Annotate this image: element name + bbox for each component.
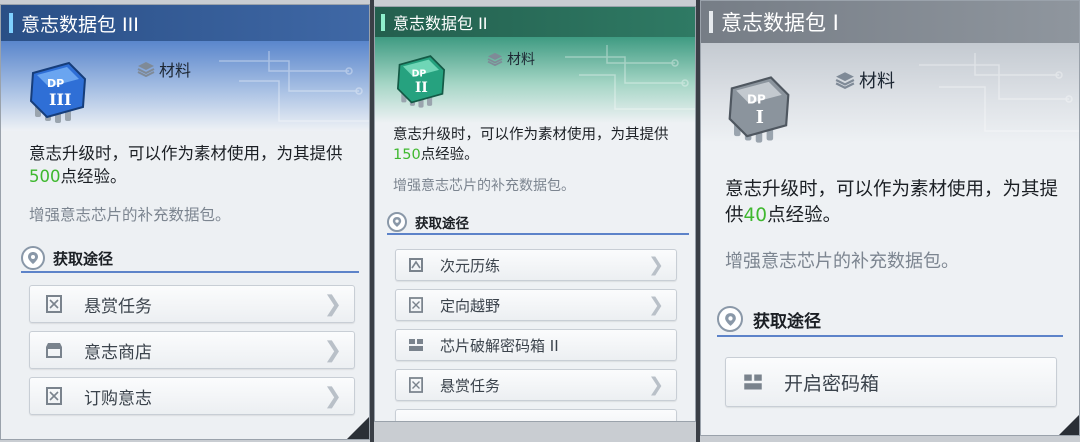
chip-roman: II bbox=[415, 80, 428, 96]
chevron-right-icon: ❯ bbox=[323, 383, 342, 409]
source-label: 定向越野 bbox=[440, 296, 501, 315]
item-description: 意志升级时，可以作为素材使用，为其提供 500点经验。 bbox=[29, 143, 359, 189]
source-button-dimension[interactable]: 次元历练 ❯ bbox=[395, 249, 677, 281]
source-button-bounty[interactable]: 悬赏任务 ❯ bbox=[395, 369, 677, 401]
item-title: 意志数据包 III bbox=[21, 13, 139, 36]
circuit-decoration bbox=[219, 51, 369, 122]
data-pack-chip-icon: DP I bbox=[728, 76, 790, 143]
source-header: 获取途径 bbox=[21, 245, 359, 273]
source-title: 获取途径 bbox=[53, 249, 114, 268]
orienteering-icon bbox=[406, 297, 426, 313]
source-button-cipher-box-2[interactable]: 芯片破解密码箱 II bbox=[395, 329, 677, 361]
source-label: 订购意志 bbox=[84, 388, 152, 409]
chip-label: DP bbox=[412, 69, 427, 80]
layers-icon bbox=[137, 62, 155, 77]
card-corner-mark bbox=[347, 417, 369, 439]
desc-after: 点经验。 bbox=[420, 147, 479, 163]
data-pack-chip-icon: DP III bbox=[29, 61, 87, 123]
exp-value: 150 bbox=[393, 147, 421, 163]
source-header: 获取途径 bbox=[717, 303, 1063, 337]
source-label: 悬赏任务 bbox=[440, 376, 501, 395]
data-pack-chip-icon: DP II bbox=[396, 55, 446, 108]
item-flavor-text: 增强意志芯片的补充数据包。 bbox=[29, 206, 231, 224]
chip-roman: III bbox=[49, 90, 71, 109]
card-header: 意志数据包 III bbox=[1, 5, 369, 41]
chevron-right-icon: ❯ bbox=[323, 337, 342, 363]
chip-roman: I bbox=[756, 108, 764, 128]
item-card-dp3: 意志数据包 III 材料 DP III 意志升级时，可以作为素材使用，为其提供 5… bbox=[0, 4, 370, 440]
source-title: 获取途径 bbox=[753, 311, 821, 332]
chip-label: DP bbox=[747, 93, 766, 107]
shop-icon bbox=[42, 342, 66, 358]
source-button-order[interactable]: 订购意志 ❯ bbox=[29, 377, 355, 415]
item-flavor-text: 增强意志芯片的补充数据包。 bbox=[725, 251, 959, 272]
cipher-box-icon bbox=[740, 373, 766, 391]
cipher-box-icon bbox=[406, 338, 426, 352]
layers-icon bbox=[835, 72, 855, 89]
item-category: 材料 bbox=[835, 67, 895, 93]
bounty-icon bbox=[406, 377, 426, 393]
circuit-decoration bbox=[565, 45, 695, 110]
source-label: 芯片破解密码箱 II bbox=[440, 336, 559, 355]
source-label: 意志商店 bbox=[84, 342, 152, 363]
desc-before: 意志升级时，可以作为素材使用，为其提供 bbox=[393, 127, 669, 143]
chip-label: DP bbox=[47, 77, 64, 90]
chevron-right-icon: ❯ bbox=[648, 254, 664, 276]
chevron-right-icon: ❯ bbox=[323, 291, 342, 317]
chevron-right-icon: ❯ bbox=[648, 294, 664, 316]
source-button-open-cipher-box[interactable]: 开启密码箱 bbox=[725, 357, 1057, 407]
source-button-shop[interactable]: 意志商店 ❯ bbox=[29, 331, 355, 369]
location-pin-icon bbox=[387, 212, 407, 232]
source-button-partial[interactable] bbox=[395, 409, 677, 421]
exp-value: 500 bbox=[29, 166, 61, 186]
item-card-dp2: 意志数据包 II 材料 DP II 意志升级时，可以作为素材使用，为其提供 150… bbox=[374, 6, 696, 422]
bounty-icon bbox=[42, 295, 66, 313]
category-label: 材料 bbox=[159, 61, 192, 80]
desc-before: 意志升级时，可以作为素材使用，为其提供 bbox=[29, 144, 343, 163]
layers-icon bbox=[487, 52, 503, 66]
source-label: 悬赏任务 bbox=[84, 296, 152, 317]
card-header: 意志数据包 II bbox=[375, 7, 695, 37]
item-category: 材料 bbox=[487, 49, 535, 69]
item-description: 意志升级时，可以作为素材使用，为其提供 150点经验。 bbox=[393, 125, 689, 165]
location-pin-icon bbox=[717, 306, 743, 332]
header-accent-bar bbox=[709, 11, 713, 33]
card-header: 意志数据包 I bbox=[701, 1, 1079, 43]
source-button-orienteering[interactable]: 定向越野 ❯ bbox=[395, 289, 677, 321]
category-label: 材料 bbox=[859, 71, 895, 92]
category-label: 材料 bbox=[507, 52, 535, 68]
order-icon bbox=[42, 387, 66, 405]
exp-value: 40 bbox=[743, 204, 768, 226]
source-header: 获取途径 bbox=[387, 211, 689, 235]
item-description: 意志升级时，可以作为素材使用，为其提供40点经验。 bbox=[725, 177, 1075, 228]
source-label: 开启密码箱 bbox=[784, 372, 880, 395]
circuit-decoration bbox=[919, 53, 1079, 132]
source-label: 次元历练 bbox=[440, 256, 501, 275]
header-accent-bar bbox=[381, 13, 385, 31]
location-pin-icon bbox=[21, 246, 45, 270]
desc-after: 点经验。 bbox=[767, 204, 842, 226]
header-accent-bar bbox=[9, 13, 13, 33]
item-title: 意志数据包 II bbox=[393, 14, 488, 33]
card-corner-mark bbox=[1059, 415, 1079, 435]
dimension-icon bbox=[406, 257, 426, 273]
item-flavor-text: 增强意志芯片的补充数据包。 bbox=[393, 178, 575, 194]
chevron-right-icon: ❯ bbox=[648, 374, 664, 396]
desc-after: 点经验。 bbox=[60, 166, 127, 186]
item-card-dp1: 意志数据包 I 材料 DP I 意志升级时，可以作为素材使用，为其提供40点经验… bbox=[700, 0, 1080, 436]
source-title: 获取途径 bbox=[415, 216, 469, 232]
source-button-bounty[interactable]: 悬赏任务 ❯ bbox=[29, 285, 355, 323]
item-title: 意志数据包 I bbox=[721, 11, 839, 35]
item-category: 材料 bbox=[137, 57, 191, 81]
